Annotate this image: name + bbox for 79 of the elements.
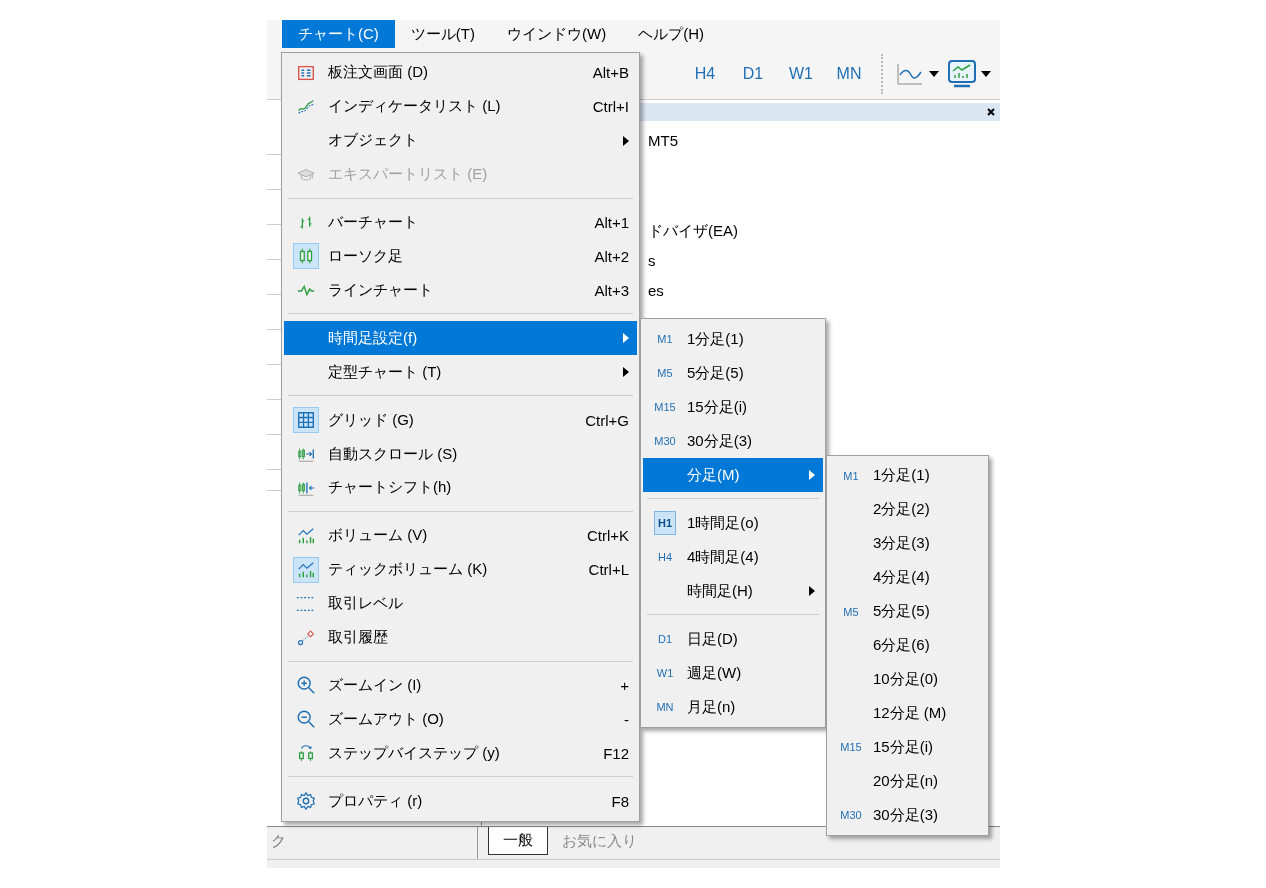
menu-item[interactable]: ラインチャート Alt+3 (284, 273, 637, 308)
shortcut-label: Ctrl+K (586, 527, 630, 545)
menu-item[interactable]: プロパティ (r) F8 (284, 784, 637, 819)
menu-item[interactable]: 2分足(2) (829, 492, 986, 527)
menu-item[interactable]: 10分足(0) (829, 662, 986, 697)
timeframe-tag: M30 (836, 803, 866, 827)
menu-item[interactable]: 分足(M) (643, 458, 823, 492)
timeframe-tag: M30 (650, 429, 680, 453)
menu-item[interactable]: 取引履歴 (284, 620, 637, 655)
timeframe-tag: MN (652, 695, 678, 719)
menu-item[interactable]: M5 5分足(5) (643, 356, 823, 390)
shortcut-label: Alt+2 (594, 248, 630, 265)
timeframe-tag: M15 (650, 395, 680, 419)
menu-item[interactable]: ティックボリューム (K) Ctrl+L (284, 552, 637, 587)
timeframe-button[interactable]: H4 (681, 55, 729, 92)
shortcut-label: Ctrl+I (592, 98, 630, 116)
timeframe-tag: W1 (652, 661, 678, 685)
menu-bar-item[interactable]: ツール(T) (394, 20, 491, 48)
menu-item[interactable]: M15 15分足(i) (829, 730, 986, 765)
menu-item[interactable]: ローソク足 Alt+2 (284, 239, 637, 274)
shortcut-label: Ctrl+G (585, 411, 630, 429)
menu-item[interactable]: H1 1時間足(o) (643, 506, 823, 540)
menu-item[interactable]: M1 1分足(1) (643, 322, 823, 356)
menu-bar-item[interactable]: チャート(C) (282, 20, 395, 48)
menu-item[interactable]: 6分足(6) (829, 628, 986, 663)
timeframe-tag: M1 (839, 463, 863, 488)
menu-item[interactable]: M5 5分足(5) (829, 594, 986, 629)
menu-item[interactable]: ズームイン (I) + (284, 668, 637, 703)
menu-item[interactable]: グリッド (G) Ctrl+G (284, 403, 637, 438)
menu-item[interactable]: 4分足(4) (829, 560, 986, 595)
monitor-chart-icon[interactable] (947, 58, 977, 89)
shortcut-label: Ctrl+L (588, 561, 630, 579)
menu-item[interactable]: 自動スクロール (S) (284, 437, 637, 471)
menu-item[interactable]: バーチャート Alt+1 (284, 205, 637, 240)
menu-item[interactable]: M30 30分足(3) (829, 798, 986, 832)
menu-item[interactable]: MN 月足(n) (643, 690, 823, 724)
shortcut-label: F12 (603, 744, 630, 762)
menu-bar-item[interactable]: ウインドウ(W) (491, 20, 623, 48)
menu-item[interactable]: インディケータリスト (L) Ctrl+I (284, 89, 637, 124)
menu-bar-item[interactable]: ヘルプ(H) (622, 20, 720, 48)
menu-item[interactable]: オブジェクト (284, 123, 637, 158)
menu-item[interactable]: D1 日足(D) (643, 622, 823, 656)
caret-icon[interactable] (929, 70, 939, 77)
menu-item[interactable]: 20分足(n) (829, 764, 986, 799)
timeframe-tag: D1 (653, 627, 677, 651)
timeframe-tag: M5 (653, 361, 677, 385)
menu-item[interactable]: 時間足設定(f) (284, 321, 637, 356)
shortcut-label: F8 (611, 792, 630, 810)
caret-icon[interactable] (981, 70, 991, 77)
close-icon[interactable] (986, 107, 996, 117)
menu-item[interactable]: チャートシフト(h) (284, 470, 637, 505)
timeframe-tag: H4 (653, 545, 677, 569)
menu-item[interactable]: ステップバイステップ (y) F12 (284, 736, 637, 771)
timeframe-button[interactable]: MN (825, 55, 873, 92)
menu-item[interactable]: M30 30分足(3) (643, 424, 823, 458)
menu-item[interactable]: 取引レベル (284, 586, 637, 621)
menu-item[interactable]: H4 4時間足(4) (643, 540, 823, 574)
timeframe-tag: M1 (653, 327, 677, 351)
timeframe-button[interactable]: W1 (777, 55, 825, 92)
shortcut-label: Alt+1 (594, 214, 630, 232)
timeframe-tag: H1 (653, 511, 677, 535)
menu-item[interactable]: W1 週足(W) (643, 656, 823, 690)
menu-item[interactable]: M15 15分足(i) (643, 390, 823, 424)
menu-item[interactable]: M1 1分足(1) (829, 459, 986, 493)
menu-item[interactable]: ズームアウト (O) - (284, 702, 637, 737)
menu-item[interactable]: 定型チャート (T) (284, 355, 637, 390)
tab[interactable]: 一般 (488, 827, 548, 855)
timeframe-tag: M5 (839, 599, 863, 624)
menu-item[interactable]: ボリューム (V) Ctrl+K (284, 518, 637, 553)
timeframe-tag: M15 (836, 735, 866, 760)
menu-item[interactable]: 板注文画面 (D) Alt+B (284, 56, 637, 90)
shortcut-label: - (624, 710, 630, 728)
shortcut-label: Alt+3 (594, 281, 630, 299)
menu-item[interactable]: 12分足 (M) (829, 696, 986, 731)
menu-item[interactable]: 時間足(H) (643, 574, 823, 608)
shortcut-label: + (620, 676, 630, 694)
shortcut-label: Alt+B (592, 64, 630, 82)
timeframe-button[interactable]: D1 (729, 55, 777, 92)
menu-item[interactable]: 3分足(3) (829, 526, 986, 561)
